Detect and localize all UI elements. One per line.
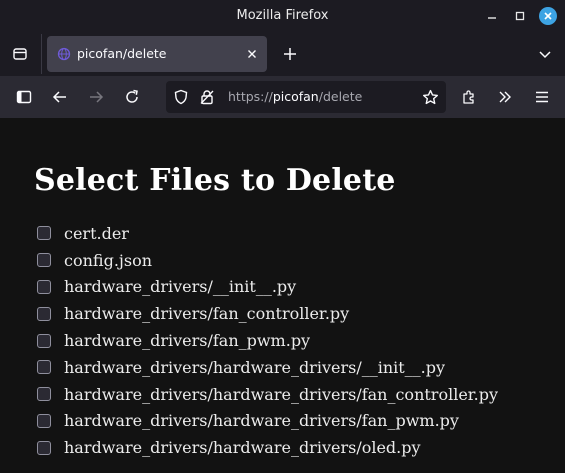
file-list-item[interactable]: hardware_drivers/fan_controller.py [37, 300, 498, 327]
shield-icon[interactable] [173, 89, 189, 105]
tab-close-icon[interactable] [243, 45, 261, 63]
file-checkbox[interactable] [37, 413, 51, 428]
navigation-toolbar: https://picofan/delete [0, 76, 565, 118]
tab-list-chevron-icon[interactable] [535, 44, 555, 64]
tab-separator [41, 34, 42, 74]
file-list-item[interactable]: cert.der [37, 220, 498, 247]
tab-overview-icon[interactable] [8, 42, 32, 66]
file-checkbox[interactable] [37, 253, 51, 268]
file-checkbox[interactable] [37, 226, 51, 241]
file-list-item[interactable]: hardware_drivers/hardware_drivers/fan_pw… [37, 408, 498, 435]
url-bar[interactable]: https://picofan/delete [166, 81, 446, 113]
file-list-item[interactable]: config.json [37, 247, 498, 274]
file-name: hardware_drivers/hardware_drivers/oled.p… [64, 438, 421, 458]
file-checkbox[interactable] [37, 333, 51, 348]
file-name: hardware_drivers/fan_controller.py [64, 304, 350, 324]
forward-icon[interactable] [84, 85, 108, 109]
back-icon[interactable] [48, 85, 72, 109]
window-title: Mozilla Firefox [236, 8, 329, 23]
minimize-icon[interactable] [483, 7, 501, 25]
file-name: cert.der [64, 223, 129, 243]
tab-strip: picofan/delete [0, 32, 565, 76]
lock-icon[interactable] [199, 89, 215, 105]
overflow-icon[interactable] [493, 85, 517, 109]
tab-title: picofan/delete [77, 46, 167, 61]
file-checkbox[interactable] [37, 279, 51, 294]
tab-picofan-delete[interactable]: picofan/delete [47, 36, 267, 72]
window-titlebar: Mozilla Firefox [0, 0, 565, 32]
url-prefix: https:// [228, 89, 273, 104]
file-checkbox[interactable] [37, 387, 51, 402]
reload-icon[interactable] [120, 85, 144, 109]
extensions-icon[interactable] [457, 85, 481, 109]
url-host: picofan [272, 89, 319, 104]
file-list-item[interactable]: hardware_drivers/__init__.py [37, 274, 498, 301]
file-list: cert.der config.json hardware_drivers/__in… [37, 220, 498, 461]
sidebar-icon[interactable] [12, 85, 36, 109]
page-content: Select Files to Delete cert.der config.js… [0, 118, 565, 473]
file-name: config.json [64, 250, 153, 270]
file-checkbox[interactable] [37, 360, 51, 375]
file-name: hardware_drivers/hardware_drivers/fan_co… [64, 384, 499, 404]
file-list-item[interactable]: hardware_drivers/hardware_drivers/oled.p… [37, 434, 498, 461]
url-text[interactable]: https://picofan/delete [228, 89, 362, 104]
file-list-item[interactable]: hardware_drivers/fan_pwm.py [37, 327, 498, 354]
file-name: hardware_drivers/__init__.py [64, 277, 297, 297]
url-path: /delete [318, 89, 363, 104]
file-checkbox[interactable] [37, 306, 51, 321]
file-name: hardware_drivers/fan_pwm.py [64, 331, 311, 351]
file-name: hardware_drivers/hardware_drivers/__init… [64, 357, 446, 377]
page-title: Select Files to Delete [34, 163, 396, 198]
file-list-item[interactable]: hardware_drivers/hardware_drivers/fan_co… [37, 381, 498, 408]
file-list-item[interactable]: hardware_drivers/hardware_drivers/__init… [37, 354, 498, 381]
tab-favicon-icon [57, 47, 71, 61]
maximize-icon[interactable] [511, 7, 529, 25]
menu-icon[interactable] [530, 85, 554, 109]
close-icon[interactable] [539, 7, 557, 25]
bookmark-star-icon[interactable] [418, 85, 442, 109]
new-tab-icon[interactable] [280, 44, 300, 64]
file-checkbox[interactable] [37, 440, 51, 455]
file-name: hardware_drivers/hardware_drivers/fan_pw… [64, 411, 459, 431]
